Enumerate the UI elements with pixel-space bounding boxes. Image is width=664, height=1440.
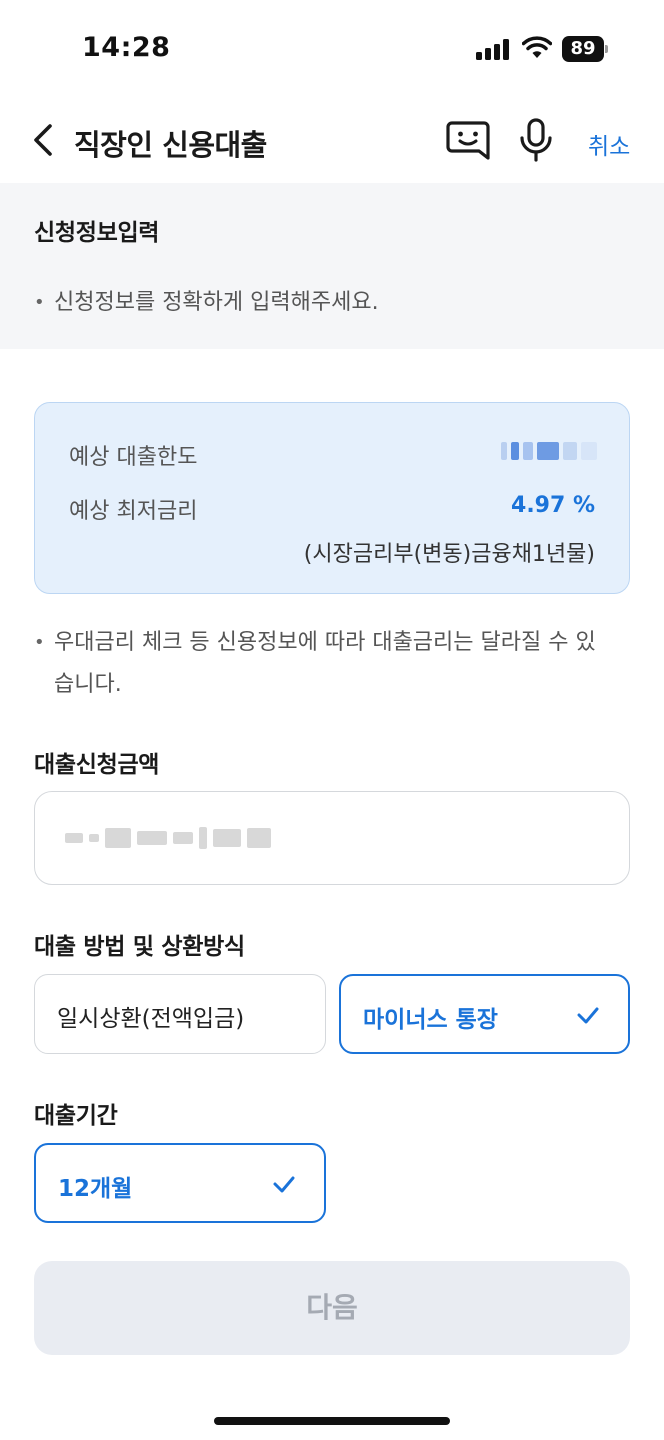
section-heading-loan-period: 대출기간: [34, 1103, 118, 1129]
section-heading-loan-method: 대출 방법 및 상환방식: [34, 934, 245, 960]
wifi-icon: [522, 36, 552, 58]
microphone-icon[interactable]: [516, 118, 556, 162]
info-panel: 신청정보입력 • 신청정보를 정확하게 입력해주세요.: [0, 183, 664, 349]
info-bullet: • 신청정보를 정확하게 입력해주세요.: [34, 282, 379, 324]
home-indicator: [214, 1417, 450, 1425]
status-bar: 14:28 89: [0, 0, 664, 100]
loan-amount-input[interactable]: [34, 791, 630, 885]
next-button[interactable]: 다음: [34, 1261, 630, 1355]
estimated-rate-label: 예상 최저금리: [69, 499, 198, 524]
back-icon[interactable]: [30, 122, 58, 158]
bullet-dot: •: [34, 292, 45, 313]
battery-icon: 89: [562, 36, 608, 62]
option-label: 일시상환(전액입금): [57, 1006, 245, 1032]
page-title: 직장인 신용대출: [74, 128, 267, 162]
check-icon: [273, 1176, 295, 1193]
rate-notice-line-2: 습니다.: [54, 672, 122, 697]
section-heading-loan-amount: 대출신청금액: [34, 752, 160, 778]
estimated-limit-value-masked: [501, 439, 601, 463]
status-time: 14:28: [82, 32, 171, 63]
cancel-button[interactable]: 취소: [588, 127, 630, 161]
bullet-dot: •: [34, 632, 45, 653]
section-heading-application-info: 신청정보입력: [34, 220, 160, 246]
option-label: 마이너스 통장: [363, 1007, 498, 1033]
rate-basis-note: (시장금리부(변동)금융채1년물): [303, 542, 595, 567]
chatbot-icon[interactable]: [446, 120, 490, 162]
option-lump-sum-repayment[interactable]: 일시상환(전액입금): [34, 974, 326, 1054]
estimated-limit-label: 예상 대출한도: [69, 445, 198, 470]
option-overdraft-account[interactable]: 마이너스 통장: [339, 974, 630, 1054]
rate-notice: • 우대금리 체크 등 신용정보에 따라 대출금리는 달라질 수 있 습니다.: [34, 622, 634, 706]
rate-notice-text: 우대금리 체크 등 신용정보에 따라 대출금리는 달라질 수 있 습니다.: [54, 622, 596, 706]
loan-period-value: 12개월: [58, 1176, 133, 1202]
estimated-rate-value: 4.97 %: [511, 493, 595, 518]
loan-amount-value-masked: [65, 824, 365, 852]
nav-bar: 직장인 신용대출 취소: [0, 100, 664, 182]
info-bullet-text: 신청정보를 정확하게 입력해주세요.: [54, 290, 379, 315]
check-icon: [577, 1007, 599, 1024]
rate-notice-line-1: 우대금리 체크 등 신용정보에 따라 대출금리는 달라질 수 있: [54, 630, 596, 655]
loan-period-select[interactable]: 12개월: [34, 1143, 326, 1223]
cellular-signal-icon: [476, 38, 510, 60]
estimate-card: 예상 대출한도 예상 최저금리 4.97 % (시장금리부(변동)금융채1년물): [34, 402, 630, 594]
battery-level: 89: [562, 36, 604, 62]
